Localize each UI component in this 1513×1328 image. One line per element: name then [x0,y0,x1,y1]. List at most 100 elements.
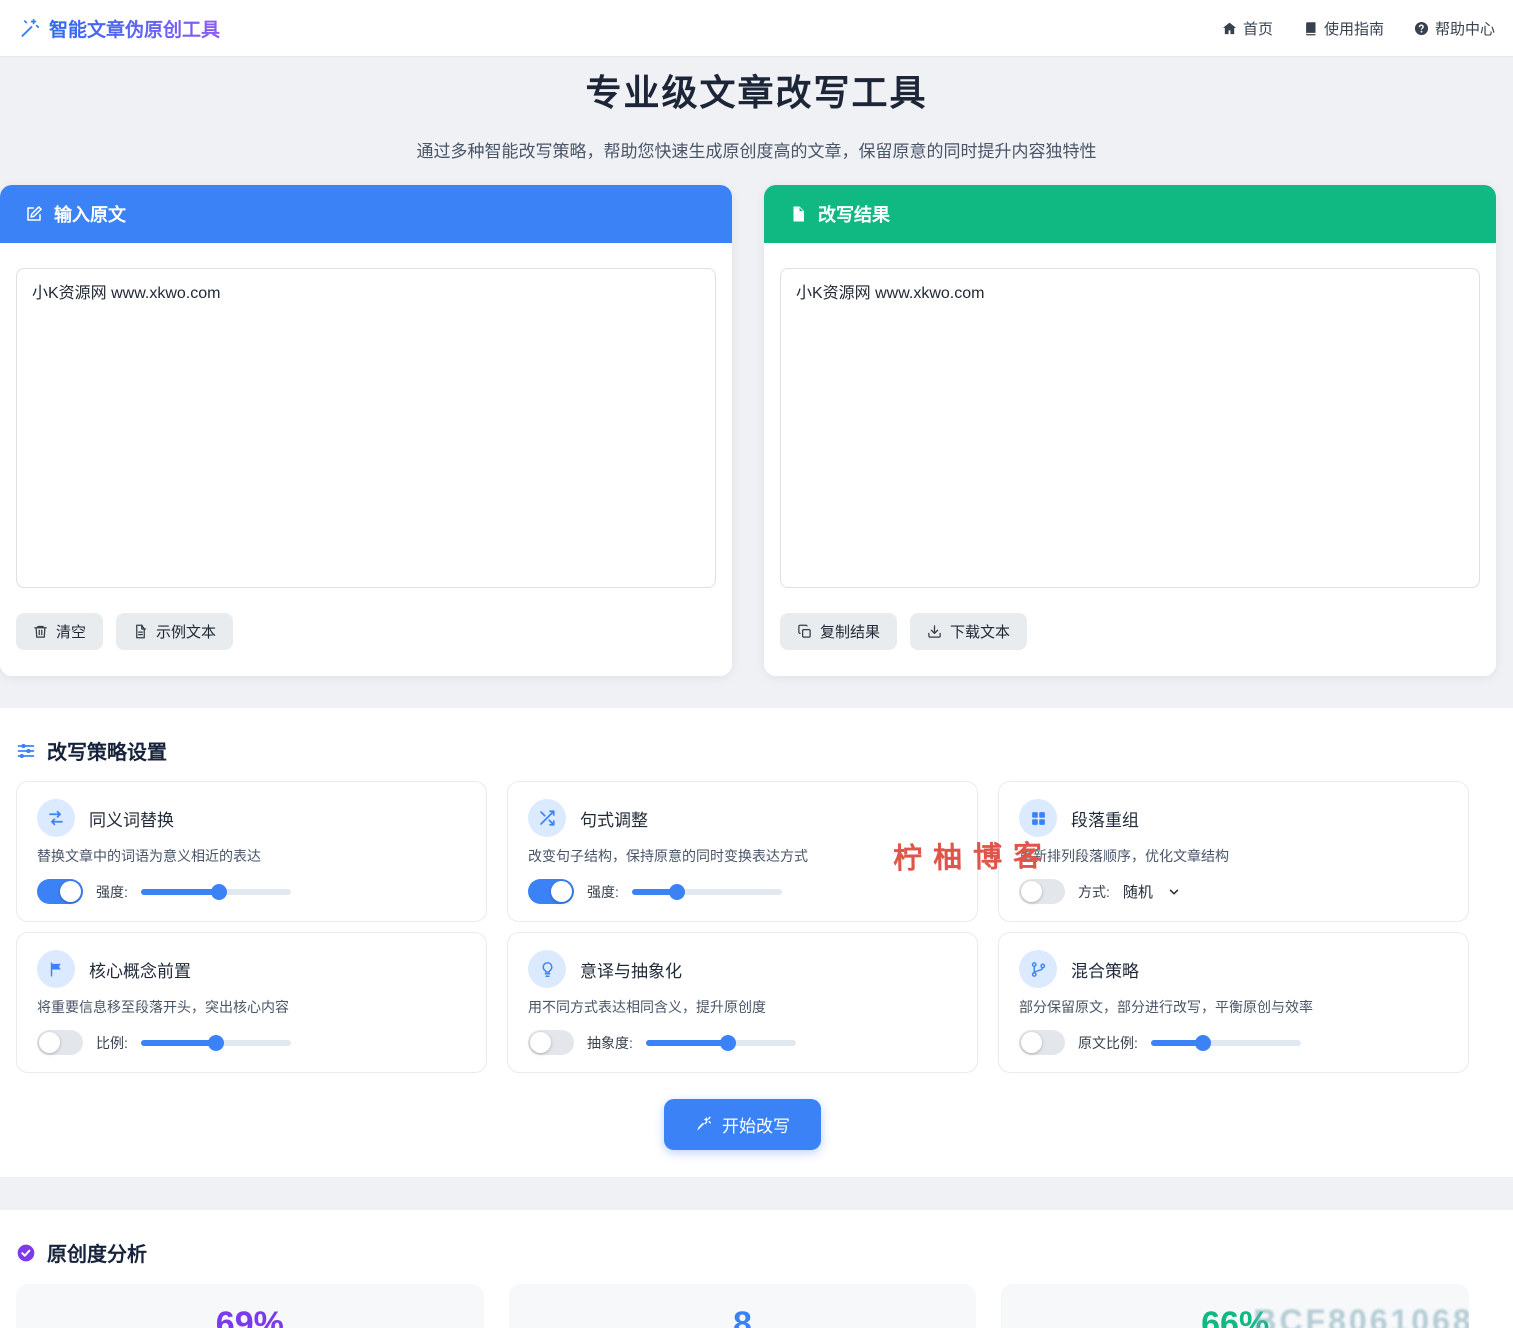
page-subtitle: 通过多种智能改写策略，帮助您快速生成原创度高的文章，保留原意的同时提升内容独特性 [0,137,1513,162]
trash-icon [33,624,48,639]
app-logo[interactable]: 智能文章伪原创工具 [18,15,220,42]
abstraction-slider[interactable] [646,1040,796,1046]
sentence-strength-slider[interactable] [632,889,782,895]
result-panel: 改写结果 小K资源网 www.xkwo.com 复制结果 下载文本 [764,185,1496,676]
sample-text-button[interactable]: 示例文本 [116,613,233,650]
wordcount-value: 8 [509,1305,977,1328]
file-icon [789,205,807,223]
slider-thumb[interactable] [211,884,227,900]
input-panel-title: 输入原文 [54,201,126,227]
edit-icon [25,205,43,223]
sliders-icon [16,741,36,761]
sample-button-label: 示例文本 [156,621,216,642]
result-panel-title: 改写结果 [818,201,890,227]
original-ratio-slider[interactable] [1151,1040,1301,1046]
check-circle-icon [16,1243,36,1263]
control-label: 抽象度: [587,1033,633,1053]
card-title: 核心概念前置 [89,957,191,982]
slider-thumb[interactable] [669,884,685,900]
paraphrase-toggle[interactable] [528,1030,574,1055]
magic-wand-icon [18,17,40,39]
card-title: 意译与抽象化 [580,957,682,982]
strategy-card-synonym: 同义词替换 替换文章中的词语为意义相近的表达 强度: [16,781,487,922]
slider-thumb[interactable] [1195,1035,1211,1051]
page-title: 专业级文章改写工具 [0,64,1513,116]
stat-card-modified-ratio: 66% 修改比例 BCF80610686B BCF80610686B [1001,1284,1469,1328]
download-icon [927,624,942,639]
core-ratio-slider[interactable] [141,1040,291,1046]
card-title: 同义词替换 [89,806,174,831]
source-textarea[interactable]: 小K资源网 www.xkwo.com [16,268,716,588]
control-label: 比例: [96,1033,128,1053]
hero: 专业级文章改写工具 通过多种智能改写策略，帮助您快速生成原创度高的文章，保留原意… [0,57,1513,185]
card-desc: 替换文章中的词语为意义相近的表达 [37,846,466,866]
stat-card-wordcount: 8 总字数 [509,1284,977,1328]
exchange-icon [37,799,75,837]
input-panel: 输入原文 小K资源网 www.xkwo.com 清空 示例文本 [0,185,732,676]
navbar: 智能文章伪原创工具 首页 使用指南 帮助中心 [0,0,1513,57]
strategy-cards-grid: 同义词替换 替换文章中的词语为意义相近的表达 强度: 句式调整 改变句子结构，保… [16,781,1469,1073]
nav-guide[interactable]: 使用指南 [1303,18,1384,39]
card-desc: 部分保留原文，部分进行改写，平衡原创与效率 [1019,997,1448,1017]
core-concept-toggle[interactable] [37,1030,83,1055]
result-actions: 复制结果 下载文本 [780,613,1480,650]
copy-button-label: 复制结果 [820,621,880,642]
strategy-section-header: 改写策略设置 [16,736,1469,765]
reorder-mode-select[interactable]: 随机 [1123,881,1181,902]
download-button-label: 下载文本 [950,621,1010,642]
app-title: 智能文章伪原创工具 [49,15,220,42]
control-label: 强度: [587,882,619,902]
branch-icon [1019,950,1057,988]
slider-thumb[interactable] [720,1035,736,1051]
strategy-section-title: 改写策略设置 [47,736,167,765]
nav-home-label: 首页 [1243,18,1273,39]
strategy-card-core-concept: 核心概念前置 将重要信息移至段落开头，突出核心内容 比例: [16,932,487,1073]
flag-icon [37,950,75,988]
nav-links: 首页 使用指南 帮助中心 [1222,18,1495,39]
input-panel-header: 输入原文 [0,185,732,243]
reorder-mode-value: 随机 [1123,881,1153,902]
lightbulb-icon [528,950,566,988]
start-button-label: 开始改写 [722,1112,790,1137]
strategy-card-paragraph: 段落重组 重新排列段落顺序，优化文章结构 方式: 随机 [998,781,1469,922]
paragraph-toggle[interactable] [1019,879,1065,904]
synonym-toggle[interactable] [37,879,83,904]
start-rewrite-button[interactable]: 开始改写 [664,1099,821,1150]
control-label: 方式: [1078,882,1110,902]
copy-result-button[interactable]: 复制结果 [780,613,897,650]
result-panel-header: 改写结果 [764,185,1496,243]
stat-card-originality: 69% 预估原创度 [16,1284,484,1328]
card-title: 句式调整 [580,806,648,831]
card-desc: 将重要信息移至段落开头，突出核心内容 [37,997,466,1017]
strategy-card-paraphrase: 意译与抽象化 用不同方式表达相同含义，提升原创度 抽象度: [507,932,978,1073]
result-textarea[interactable]: 小K资源网 www.xkwo.com [780,268,1480,588]
grid-icon [1019,799,1057,837]
input-actions: 清空 示例文本 [16,613,716,650]
hybrid-toggle[interactable] [1019,1030,1065,1055]
home-icon [1222,21,1237,36]
card-title: 混合策略 [1071,957,1139,982]
wand-icon [695,1116,712,1133]
editor-panels: 输入原文 小K资源网 www.xkwo.com 清空 示例文本 [0,185,1513,676]
strategy-section: 改写策略设置 同义词替换 替换文章中的词语为意义相近的表达 强度: [0,708,1513,1177]
modified-ratio-value: 66% [1001,1305,1469,1328]
card-desc: 用不同方式表达相同含义，提升原创度 [528,997,957,1017]
clear-button[interactable]: 清空 [16,613,103,650]
synonym-strength-slider[interactable] [141,889,291,895]
chevron-down-icon [1167,885,1181,899]
file-text-icon [133,624,148,639]
control-label: 强度: [96,882,128,902]
nav-help[interactable]: 帮助中心 [1414,18,1495,39]
slider-thumb[interactable] [208,1035,224,1051]
analysis-section-header: 原创度分析 [16,1238,1469,1267]
download-text-button[interactable]: 下载文本 [910,613,1027,650]
nav-guide-label: 使用指南 [1324,18,1384,39]
nav-home[interactable]: 首页 [1222,18,1273,39]
copy-icon [797,624,812,639]
input-panel-body: 小K资源网 www.xkwo.com 清空 示例文本 [0,243,732,676]
strategy-card-hybrid: 混合策略 部分保留原文，部分进行改写，平衡原创与效率 原文比例: [998,932,1469,1073]
nav-help-label: 帮助中心 [1435,18,1495,39]
card-desc: 改变句子结构，保持原意的同时变换表达方式 [528,846,957,866]
sentence-toggle[interactable] [528,879,574,904]
result-panel-body: 小K资源网 www.xkwo.com 复制结果 下载文本 [764,243,1496,676]
